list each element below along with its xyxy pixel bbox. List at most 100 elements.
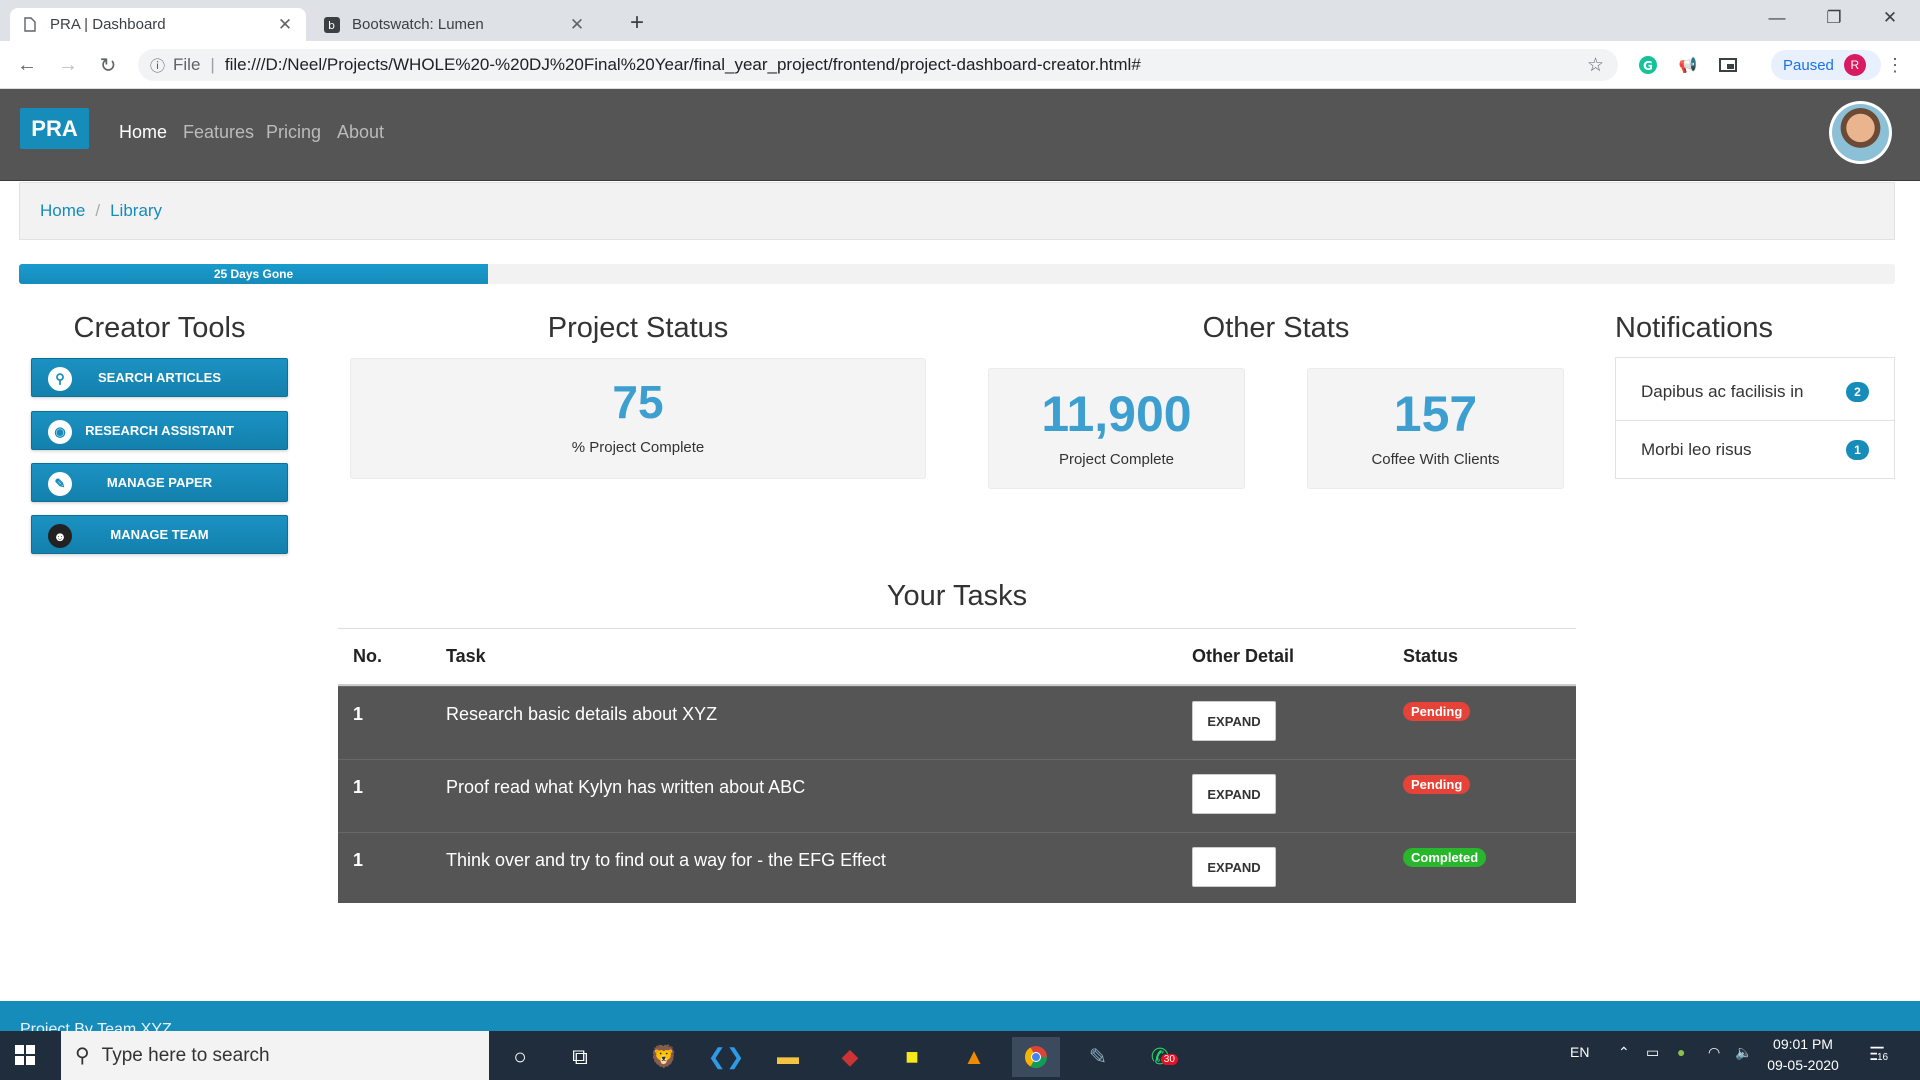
row-number: 1	[353, 850, 364, 870]
whatsapp-icon[interactable]: ✆ 30	[1136, 1037, 1184, 1077]
wifi-icon[interactable]: ◠	[1708, 1044, 1720, 1061]
expand-button[interactable]: EXPAND	[1192, 774, 1276, 814]
project-status-value: 75	[612, 376, 664, 428]
row-task: Think over and try to find out a way for…	[446, 850, 886, 870]
windows-start-icon[interactable]	[14, 1044, 36, 1066]
cortana-icon[interactable]: ○	[496, 1037, 544, 1077]
stat-card-projects: 11,900 Project Complete	[988, 368, 1245, 489]
notification-item[interactable]: Dapibus ac facilisis in 2	[1616, 363, 1894, 421]
notification-item[interactable]: Morbi leo risus 1	[1616, 421, 1894, 479]
profile-avatar: R	[1843, 54, 1866, 76]
progress-label: 25 Days Gone	[213, 267, 294, 281]
info-icon[interactable]: ⓘ	[150, 55, 165, 76]
table-header: No. Task Other Detail Status	[338, 628, 1576, 686]
status-badge: Completed	[1403, 848, 1487, 867]
grammarly-icon[interactable]: G	[1636, 53, 1660, 77]
file-explorer-icon[interactable]: ▬	[764, 1037, 812, 1077]
svg-text:b: b	[328, 19, 335, 32]
close-tab-icon[interactable]: ✕	[568, 15, 586, 35]
show-hidden-icons[interactable]: ⌃	[1618, 1044, 1630, 1061]
other-stats-title: Other Stats	[1202, 312, 1350, 344]
brand-logo[interactable]: PRA	[20, 108, 89, 149]
tab-bootswatch[interactable]: b Bootswatch: Lumen ✕	[312, 8, 598, 41]
url-scheme: File	[173, 55, 201, 74]
project-status-card: 75 % Project Complete	[350, 358, 926, 479]
project-status-label: % Project Complete	[571, 439, 705, 456]
pen-icon: ✎	[48, 472, 72, 496]
picture-in-picture-icon[interactable]	[1716, 53, 1740, 77]
search-icon: ⚲	[75, 1045, 90, 1067]
stat-label: Project Complete	[1058, 451, 1175, 468]
user-avatar[interactable]	[1829, 101, 1892, 164]
update-icon[interactable]: ●	[1677, 1044, 1685, 1060]
nav-pricing[interactable]: Pricing	[266, 122, 321, 143]
brave-icon[interactable]: 🦁	[640, 1037, 688, 1077]
stat-card-coffee: 157 Coffee With Clients	[1307, 368, 1564, 489]
forward-icon[interactable]: →	[53, 50, 83, 80]
header-no: No.	[353, 646, 382, 666]
reload-icon[interactable]: ↻	[93, 50, 123, 80]
table-row: 1 Think over and try to find out a way f…	[338, 832, 1576, 903]
task-view-icon[interactable]: ⧉	[556, 1037, 604, 1077]
vlc-icon[interactable]: ▲	[950, 1037, 998, 1077]
days-progress-bar: 25 Days Gone	[19, 264, 1895, 284]
sticky-notes-icon[interactable]: ■	[888, 1037, 936, 1077]
clock-date: 09-05-2020	[1767, 1057, 1839, 1073]
manage-team-button[interactable]: ☻ MANAGE TEAM	[31, 515, 288, 554]
taskbar-search[interactable]: ⚲ Type here to search	[61, 1031, 489, 1080]
nav-home[interactable]: Home	[119, 122, 167, 143]
notification-count-badge: 1	[1846, 440, 1869, 460]
url-text: file:///D:/Neel/Projects/WHOLE%20-%20DJ%…	[224, 55, 1141, 74]
breadcrumb-home[interactable]: Home	[40, 201, 85, 221]
stat-value: 11,900	[1041, 386, 1192, 442]
page-icon	[22, 17, 38, 33]
search-articles-button[interactable]: ⚲ SEARCH ARTICLES	[31, 358, 288, 397]
nav-about[interactable]: About	[337, 122, 384, 143]
battery-icon[interactable]: ▭	[1646, 1044, 1659, 1061]
row-task: Research basic details about XYZ	[446, 704, 718, 724]
footer: Project By Team XYZ	[0, 1001, 1920, 1031]
tab-title: PRA | Dashboard	[50, 16, 166, 33]
volume-icon[interactable]: 🔈	[1735, 1044, 1752, 1061]
row-number: 1	[353, 704, 364, 724]
app-icon[interactable]: ✎	[1074, 1037, 1122, 1077]
status-badge: Pending	[1403, 775, 1471, 794]
tab-title: Bootswatch: Lumen	[352, 16, 484, 33]
breadcrumb-library[interactable]: Library	[110, 201, 162, 221]
svg-text:G: G	[1643, 59, 1653, 73]
language-indicator[interactable]: EN	[1570, 1044, 1589, 1060]
whatsapp-badge: 30	[1160, 1054, 1178, 1065]
table-row: 1 Proof read what Kylyn has written abou…	[338, 759, 1576, 832]
expand-button[interactable]: EXPAND	[1192, 847, 1276, 887]
progress-fill: 25 Days Gone	[19, 264, 488, 284]
vscode-icon[interactable]: ❮❯	[702, 1037, 750, 1077]
profile-button[interactable]: Paused R	[1771, 50, 1881, 80]
close-window-icon[interactable]: ✕	[1870, 6, 1910, 30]
table-row: 1 Research basic details about XYZ EXPAN…	[338, 686, 1576, 759]
robot-icon: ◉	[48, 420, 72, 444]
address-bar[interactable]: ⓘ File | file:///D:/Neel/Projects/WHOLE%…	[138, 49, 1618, 81]
back-icon[interactable]: ←	[12, 50, 42, 80]
restore-icon[interactable]: ❐	[1814, 6, 1854, 30]
footer-text: Project By Team XYZ	[20, 1021, 172, 1031]
minimize-icon[interactable]: —	[1757, 6, 1797, 30]
profile-status: Paused	[1783, 56, 1834, 74]
new-tab-icon[interactable]: +	[624, 9, 650, 37]
notification-count-badge: 2	[1846, 381, 1869, 402]
close-tab-icon[interactable]: ✕	[276, 15, 294, 35]
manage-paper-button[interactable]: ✎ MANAGE PAPER	[31, 463, 288, 502]
status-badge: Pending	[1403, 702, 1471, 721]
menu-icon[interactable]: ⋮	[1883, 53, 1907, 77]
predator-icon[interactable]: ◆	[826, 1037, 874, 1077]
clock[interactable]: 09:01 PM 09-05-2020	[1767, 1034, 1839, 1076]
nav-features[interactable]: Features	[183, 122, 254, 143]
bookmark-star-icon[interactable]: ☆	[1587, 54, 1604, 77]
megaphone-icon[interactable]: 📢	[1676, 53, 1700, 77]
action-center-icon[interactable]: ☰16	[1869, 1044, 1889, 1065]
expand-button[interactable]: EXPAND	[1192, 701, 1276, 741]
notification-count: 16	[1877, 1052, 1889, 1063]
research-assistant-button[interactable]: ◉ RESEARCH ASSISTANT	[31, 411, 288, 450]
tab-dashboard[interactable]: PRA | Dashboard ✕	[10, 8, 306, 41]
chrome-icon[interactable]	[1012, 1037, 1060, 1077]
row-task: Proof read what Kylyn has written about …	[446, 777, 806, 797]
